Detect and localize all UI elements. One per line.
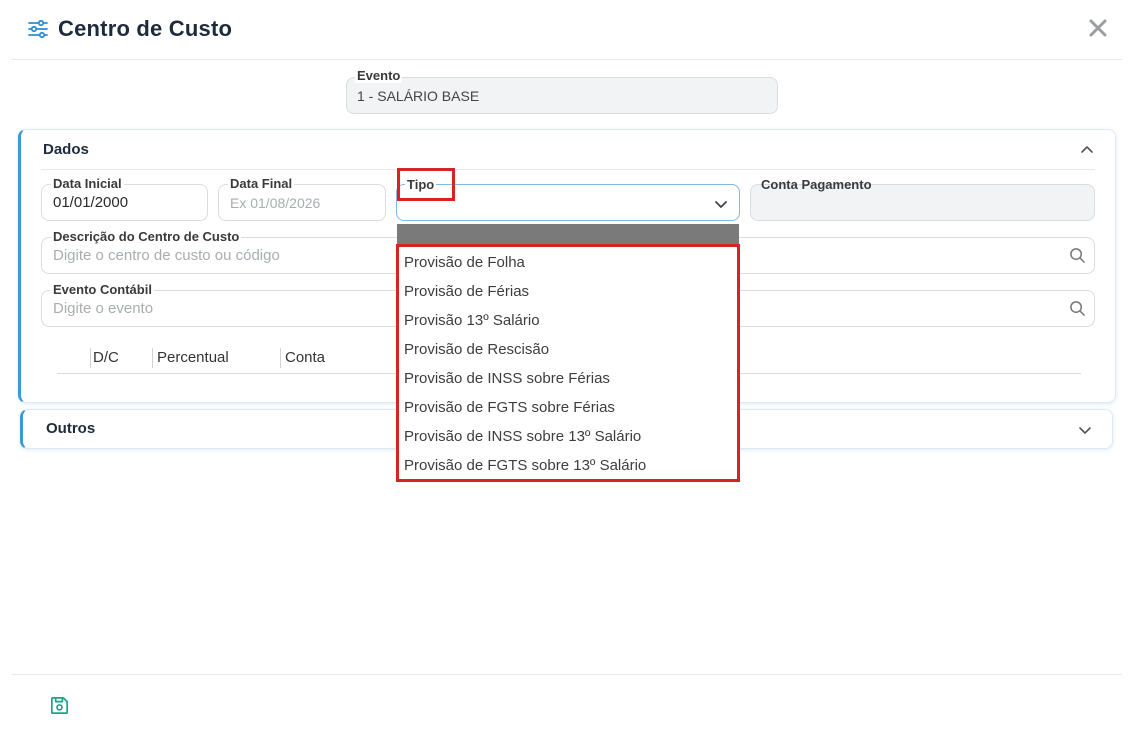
chevron-down-icon[interactable] — [1077, 422, 1093, 438]
tipo-label-highlight — [397, 168, 455, 201]
modal-header: Centro de Custo — [0, 0, 1137, 60]
dropdown-highlight — [396, 244, 740, 482]
descricao-placeholder: Digite o centro de custo ou código — [53, 247, 280, 264]
chevron-down-icon[interactable] — [713, 196, 729, 212]
col-separator — [152, 348, 153, 368]
evento-value: 1 - SALÁRIO BASE — [357, 88, 480, 104]
evento-label: Evento — [355, 68, 403, 83]
search-icon[interactable] — [1069, 300, 1086, 317]
chevron-up-icon[interactable] — [1079, 142, 1095, 158]
footer-divider — [12, 674, 1122, 675]
data-inicial-value: 01/01/2000 — [53, 194, 129, 211]
col-percentual: Percentual — [157, 349, 229, 366]
evento-contabil-placeholder: Digite o evento — [53, 300, 154, 317]
header-divider — [12, 59, 1122, 60]
evento-contabil-label: Evento Contábil — [51, 282, 154, 297]
col-dc: D/C — [93, 349, 119, 366]
data-final-placeholder: Ex 01/08/2026 — [230, 195, 321, 211]
dropdown-selected-bar[interactable] — [397, 224, 739, 246]
descricao-label: Descrição do Centro de Custo — [51, 229, 242, 244]
col-separator — [280, 348, 281, 368]
conta-pagamento-label: Conta Pagamento — [761, 177, 872, 192]
centro-de-custo-modal: Centro de Custo 1 - SALÁRIO BASE Evento … — [0, 0, 1137, 748]
dados-title: Dados — [43, 141, 89, 158]
page-title: Centro de Custo — [58, 16, 233, 41]
col-conta: Conta — [285, 349, 326, 366]
search-icon[interactable] — [1069, 247, 1086, 264]
data-final-label: Data Final — [228, 176, 295, 191]
col-separator — [90, 348, 91, 368]
evento-field[interactable]: 1 - SALÁRIO BASE — [346, 77, 778, 114]
data-inicial-label: Data Inicial — [51, 176, 124, 191]
outros-title: Outros — [46, 420, 96, 437]
save-icon[interactable] — [48, 694, 71, 717]
close-icon[interactable] — [1086, 16, 1110, 40]
dados-divider — [41, 169, 1095, 170]
sliders-icon — [28, 19, 48, 39]
